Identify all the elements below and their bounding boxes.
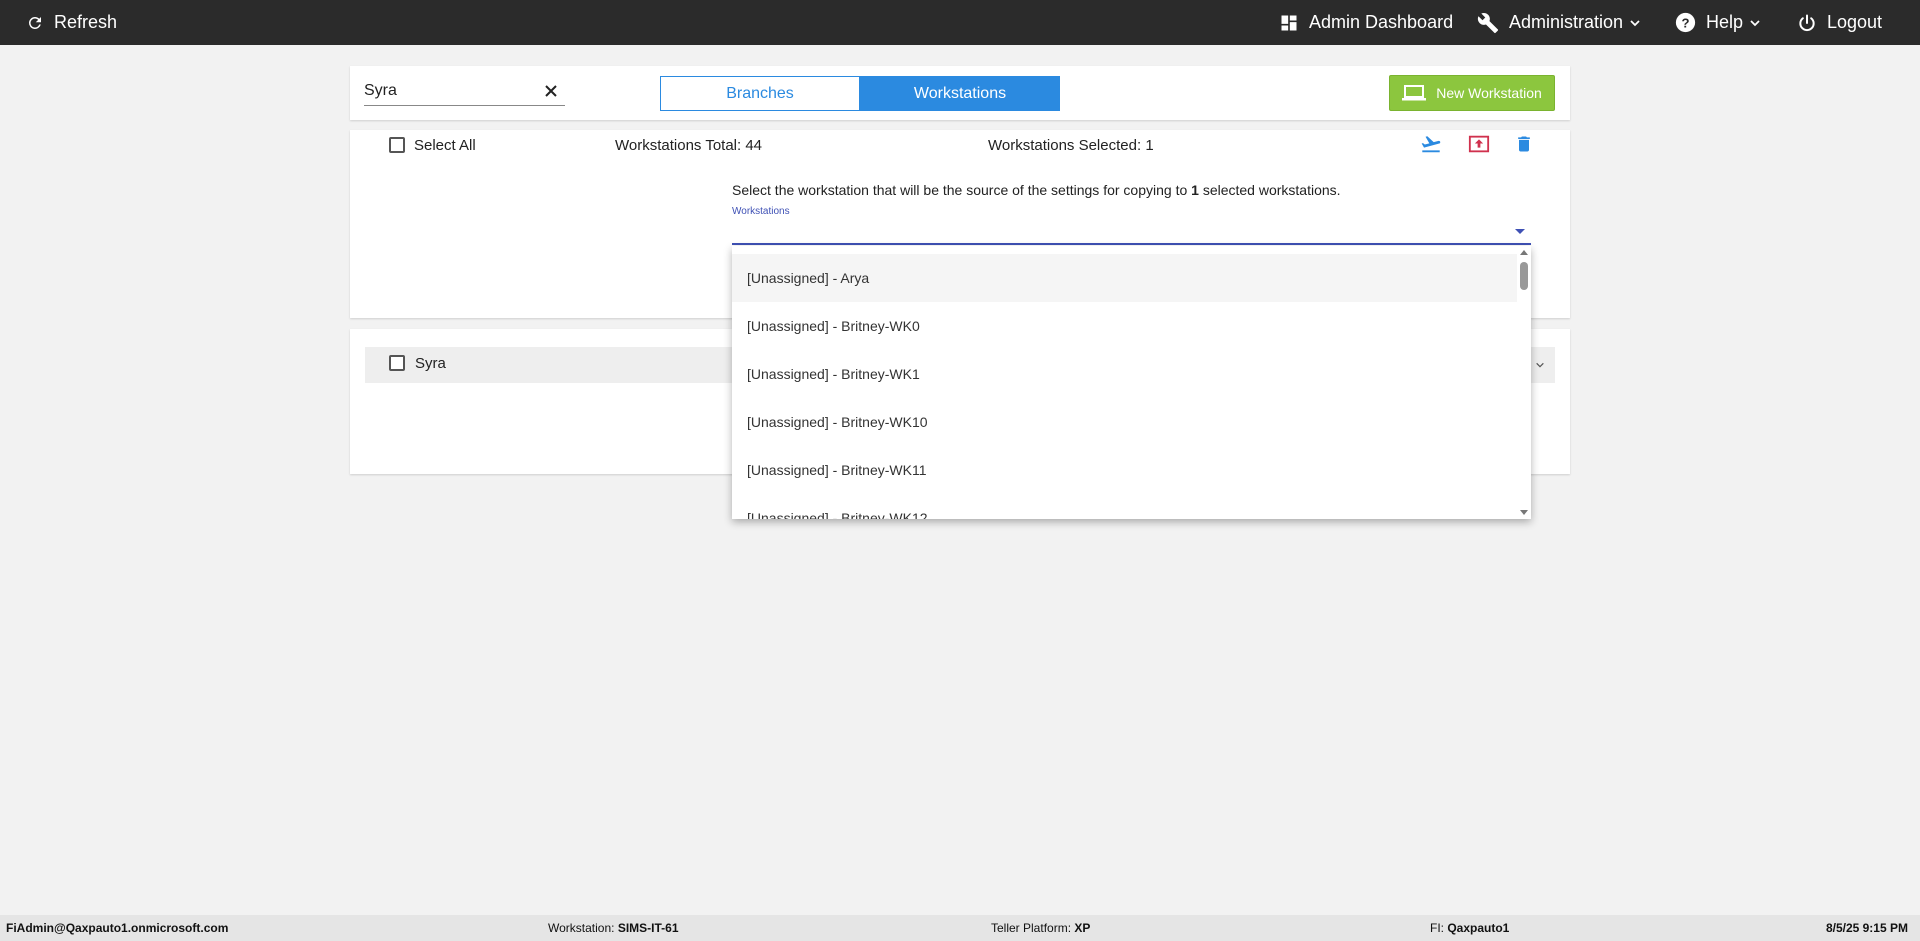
workstations-selected-value: 1 — [1145, 137, 1154, 154]
trash-icon[interactable] — [1514, 133, 1534, 155]
dropdown-option[interactable]: [Unassigned] - Arya — [732, 254, 1517, 302]
workstations-selected-label: Workstations Selected: — [988, 137, 1142, 154]
dropdown-option[interactable]: [Unassigned] - Britney-WK0 — [732, 302, 1517, 350]
footer-workstation-value: SIMS-IT-61 — [617, 921, 679, 935]
refresh-icon — [28, 16, 41, 29]
status-footer: FiAdmin@Qaxpauto1.onmicrosoft.com Workst… — [0, 915, 1920, 941]
copy-settings-instruction: Select the workstation that will be the … — [732, 182, 1341, 198]
footer-platform-label: Teller Platform: — [991, 921, 1072, 935]
option-label: [Unassigned] - Britney-WK1 — [747, 366, 920, 382]
wrench-icon — [1477, 12, 1499, 33]
footer-datetime-value: 8/5/25 9:15 PM — [1825, 921, 1908, 935]
tab-branches-label: Branches — [726, 84, 794, 102]
dropdown-option[interactable]: [Unassigned] - Britney-WK12 — [732, 494, 1517, 519]
footer-workstation: Workstation: SIMS-IT-61 — [548, 921, 679, 935]
administration-menu[interactable]: Administration — [1477, 0, 1641, 45]
dropdown-arrow-icon — [1515, 229, 1525, 234]
new-workstation-label: New Workstation — [1436, 85, 1542, 101]
branch-group-name: Syra — [415, 355, 446, 372]
tab-workstations[interactable]: Workstations — [860, 76, 1060, 111]
footer-fi: FI: Qaxpauto1 — [1430, 921, 1509, 935]
chevron-down-icon — [1630, 19, 1640, 26]
dropdown-option[interactable]: [Unassigned] - Britney-WK11 — [732, 446, 1517, 494]
refresh-label: Refresh — [54, 12, 118, 32]
instruction-text-after: selected workstations. — [1202, 182, 1341, 198]
footer-fi-label: FI: — [1430, 921, 1444, 935]
dropdown-scrollbar[interactable] — [1517, 246, 1531, 519]
footer-fi-value: Qaxpauto1 — [1447, 921, 1510, 935]
admin-dashboard-link[interactable]: Admin Dashboard — [1279, 0, 1453, 45]
logout-button[interactable]: Logout — [1797, 0, 1882, 45]
workstations-field-label: Workstations — [732, 206, 790, 217]
instruction-count: 1 — [1191, 182, 1199, 198]
workstations-select[interactable] — [732, 222, 1531, 245]
close-icon[interactable] — [543, 83, 559, 99]
workstations-total: Workstations Total: 44 — [615, 137, 762, 154]
refresh-button[interactable]: Refresh — [26, 0, 117, 45]
scroll-down-icon[interactable] — [1520, 510, 1528, 515]
footer-user-value: FiAdmin@Qaxpauto1.onmicrosoft.com — [6, 921, 229, 935]
dropdown-option[interactable]: [Unassigned] - Britney-WK1 — [732, 350, 1517, 398]
help-menu[interactable]: ? Help — [1675, 0, 1761, 45]
upload-icon[interactable] — [1467, 133, 1491, 155]
administration-label: Administration — [1509, 12, 1624, 32]
option-label: [Unassigned] - Britney-WK0 — [747, 318, 920, 334]
branch-group-checkbox[interactable] — [389, 355, 405, 371]
option-label: [Unassigned] - Britney-WK11 — [747, 462, 927, 478]
svg-text:?: ? — [1681, 15, 1689, 30]
option-label: [Unassigned] - Britney-WK10 — [747, 414, 928, 430]
workstations-total-label: Workstations Total: — [615, 137, 742, 154]
footer-platform: Teller Platform: XP — [991, 921, 1090, 935]
workstations-dropdown: [Unassigned] - Arya [Unassigned] - Britn… — [732, 246, 1531, 519]
instruction-text-before: Select the workstation that will be the … — [732, 182, 1188, 198]
admin-dashboard-label: Admin Dashboard — [1309, 12, 1454, 32]
scroll-up-icon[interactable] — [1520, 250, 1528, 255]
workstations-selected: Workstations Selected: 1 — [988, 137, 1154, 154]
search-input[interactable] — [364, 77, 534, 105]
logout-label: Logout — [1827, 12, 1883, 32]
scrollbar-thumb[interactable] — [1520, 262, 1528, 290]
help-label: Help — [1706, 12, 1744, 32]
new-workstation-button[interactable]: New Workstation — [1389, 75, 1555, 111]
help-icon: ? — [1675, 12, 1696, 33]
top-bar: Refresh Admin Dashboard Administration ?… — [0, 0, 1920, 45]
chevron-down-icon[interactable] — [1534, 360, 1546, 370]
option-label: [Unassigned] - Britney-WK12 — [747, 510, 928, 519]
workstations-total-value: 44 — [745, 137, 763, 154]
search-field — [364, 77, 565, 106]
dropdown-options: [Unassigned] - Arya [Unassigned] - Britn… — [732, 254, 1517, 519]
airplane-icon[interactable] — [1419, 133, 1443, 155]
select-all-checkbox[interactable] — [389, 137, 405, 153]
select-all-label: Select All — [414, 137, 476, 154]
footer-workstation-label: Workstation: — [548, 921, 615, 935]
power-icon — [1799, 14, 1815, 31]
dashboard-icon — [1281, 15, 1297, 30]
laptop-icon — [1402, 85, 1427, 101]
dropdown-option[interactable]: [Unassigned] - Britney-WK10 — [732, 398, 1517, 446]
footer-user: FiAdmin@Qaxpauto1.onmicrosoft.com — [6, 921, 228, 935]
chevron-down-icon — [1750, 19, 1760, 26]
footer-datetime: 8/5/25 9:15 PM — [1826, 921, 1908, 935]
footer-platform-value: XP — [1074, 921, 1091, 935]
option-label: [Unassigned] - Arya — [747, 270, 870, 286]
tab-branches[interactable]: Branches — [660, 76, 860, 111]
tab-workstations-label: Workstations — [913, 84, 1007, 102]
